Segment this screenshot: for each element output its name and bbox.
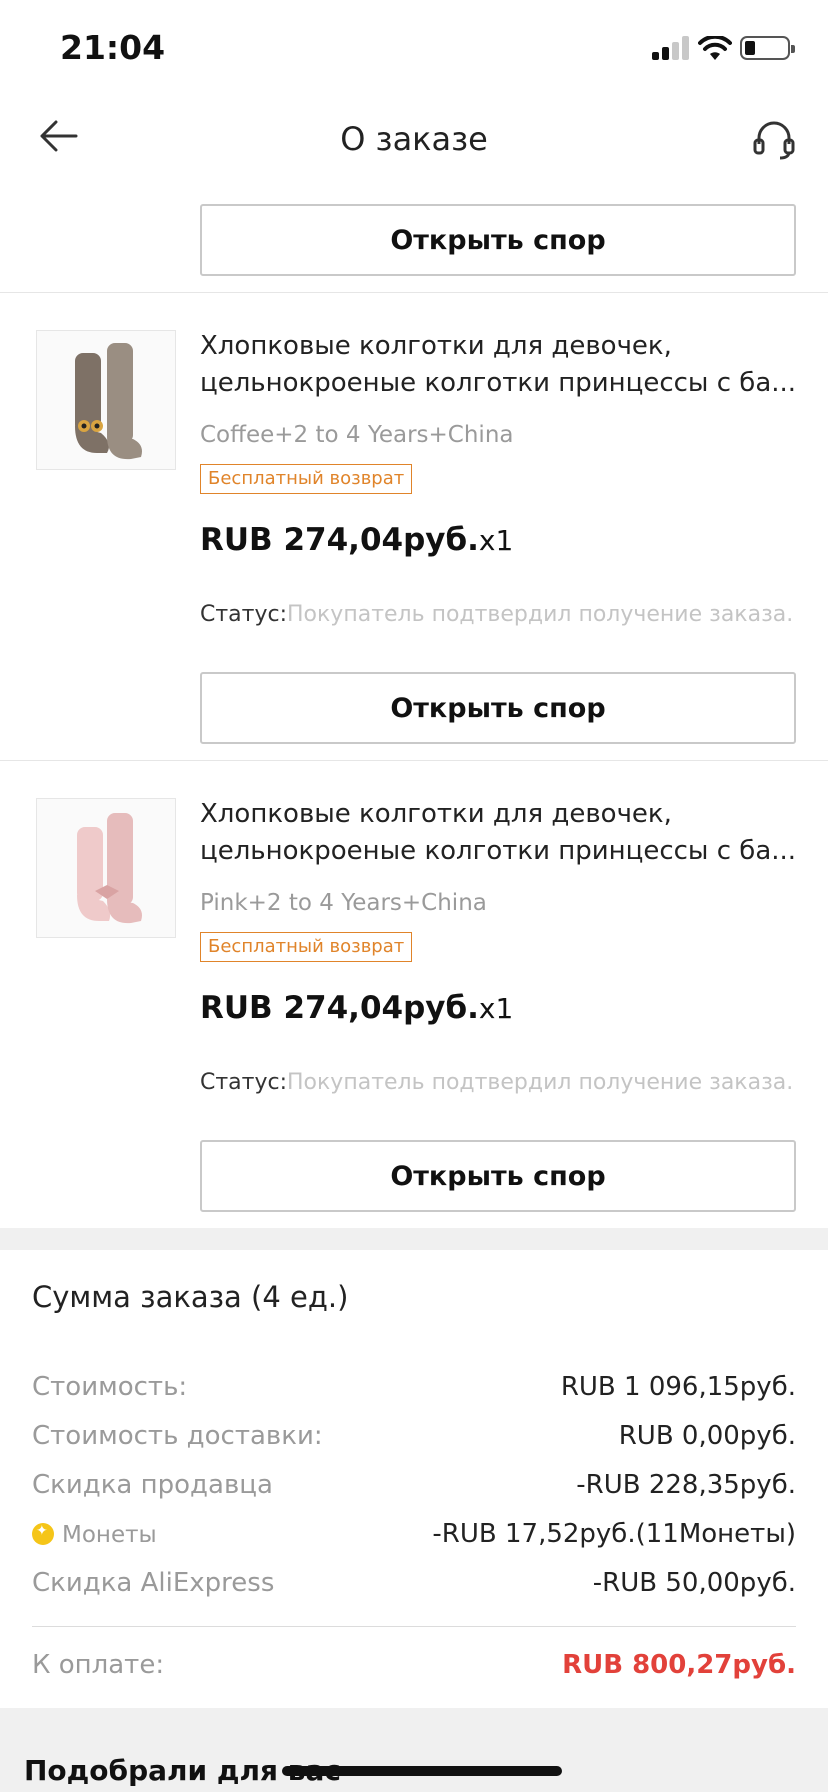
- order-status: Статус:Покупатель подтвердил получение з…: [200, 602, 794, 627]
- nav-bar: О заказе: [0, 96, 828, 188]
- free-return-badge: Бесплатный возврат: [200, 464, 413, 494]
- order-status: Статус:Покупатель подтвердил получение з…: [200, 1070, 794, 1095]
- summary-row-total: К оплате: RUB 800,27руб.: [32, 1650, 796, 1680]
- headset-icon[interactable]: [750, 114, 798, 162]
- open-dispute-button[interactable]: Открыть спор: [200, 672, 796, 744]
- summary-row-subtotal: Стоимость: RUB 1 096,15руб.: [32, 1372, 796, 1402]
- battery-icon: [740, 36, 795, 60]
- open-dispute-button[interactable]: Открыть спор: [200, 204, 796, 276]
- product-thumbnail[interactable]: [36, 798, 176, 938]
- wifi-icon: [698, 36, 732, 60]
- product-price: RUB 274,04руб.x1: [200, 522, 514, 558]
- summary-row-coins: Монеты -RUB 17,52руб.(11Монеты): [32, 1519, 796, 1559]
- section-separator: [0, 1228, 828, 1250]
- status-bar: 21:04: [0, 0, 828, 96]
- product-title[interactable]: Хлопковые колготки для девочек, цельнокр…: [200, 796, 800, 870]
- sock-image-icon: [77, 813, 142, 924]
- coin-icon: [32, 1523, 54, 1545]
- product-thumbnail[interactable]: [36, 330, 176, 470]
- sock-image-icon: [75, 343, 142, 460]
- product-title[interactable]: Хлопковые колготки для девочек, цельнокр…: [200, 328, 800, 402]
- divider: [0, 292, 828, 293]
- open-dispute-button[interactable]: Открыть спор: [200, 1140, 796, 1212]
- home-indicator[interactable]: [282, 1766, 562, 1776]
- summary-row-shipping: Стоимость доставки: RUB 0,00руб.: [32, 1421, 796, 1451]
- product-quantity: x1: [478, 524, 514, 557]
- product-variant: Pink+2 to 4 Years+China: [200, 890, 487, 916]
- page-title: О заказе: [340, 120, 488, 158]
- product-quantity: x1: [478, 992, 514, 1025]
- cellular-signal-icon: [652, 36, 690, 60]
- order-summary-title: Сумма заказа (4 ед.): [32, 1280, 349, 1314]
- divider: [32, 1626, 796, 1627]
- status-time: 21:04: [60, 28, 166, 67]
- product-price: RUB 274,04руб.x1: [200, 990, 514, 1026]
- free-return-badge: Бесплатный возврат: [200, 932, 413, 962]
- product-variant: Coffee+2 to 4 Years+China: [200, 422, 514, 448]
- summary-row-aliexpress-discount: Скидка AliExpress -RUB 50,00руб.: [32, 1568, 796, 1598]
- summary-row-seller-discount: Скидка продавца -RUB 228,35руб.: [32, 1470, 796, 1500]
- divider: [0, 760, 828, 761]
